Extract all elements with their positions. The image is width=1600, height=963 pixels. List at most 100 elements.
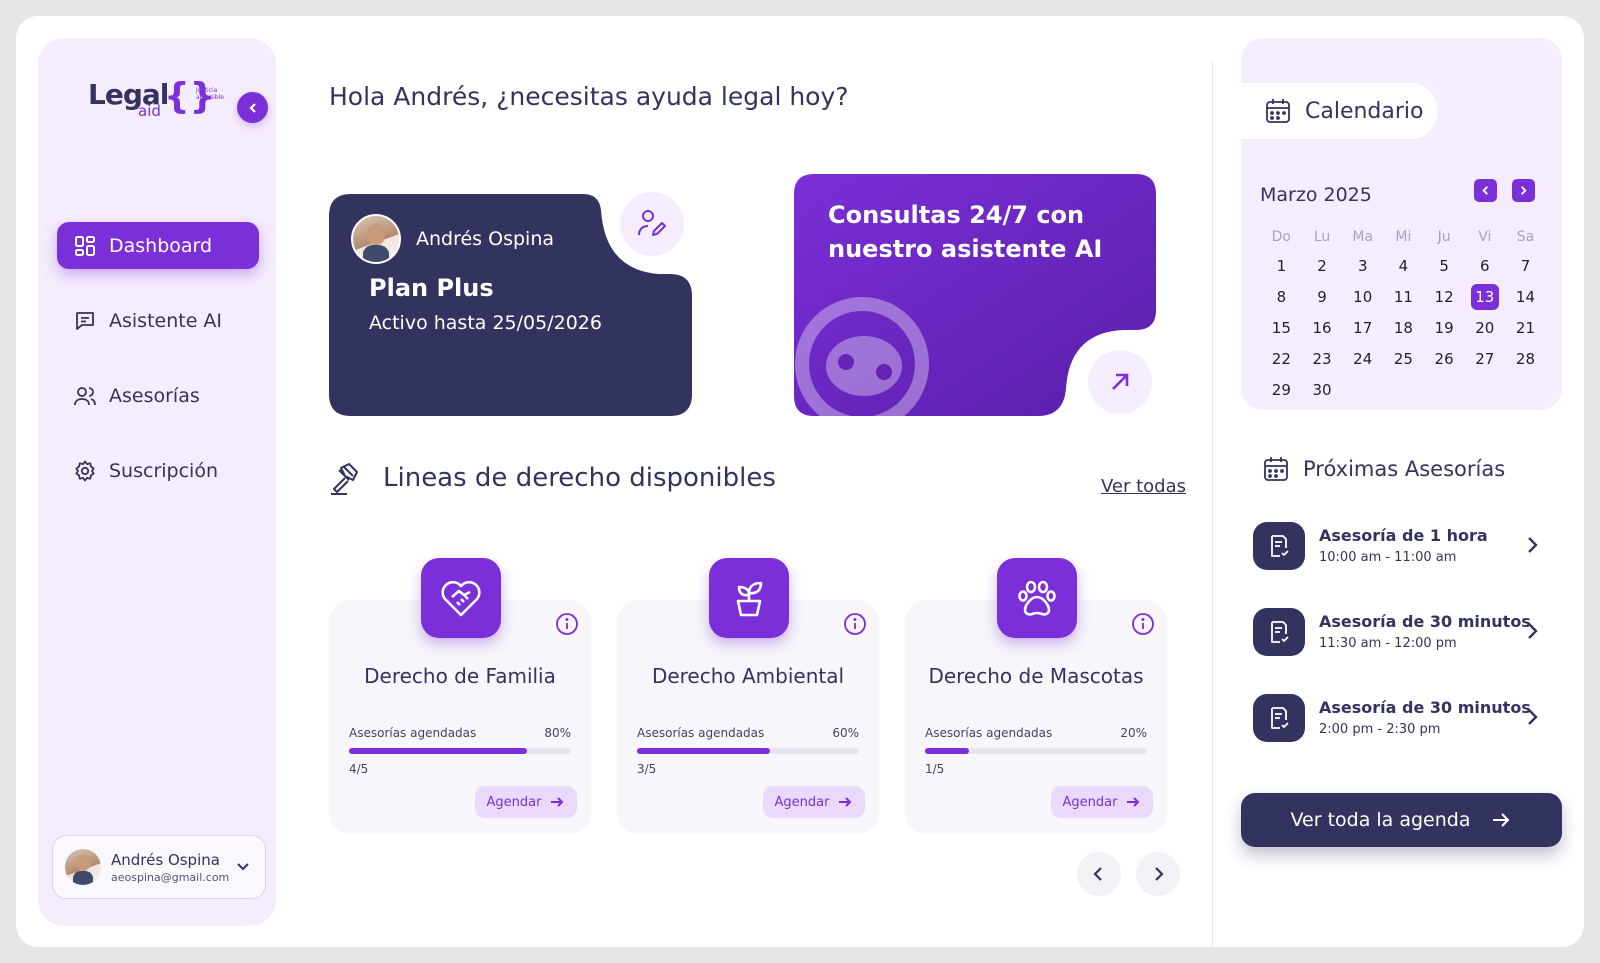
collapse-sidebar-button[interactable] [237, 92, 268, 123]
law-card-percent: 20% [1120, 726, 1147, 740]
view-agenda-button[interactable]: Ver toda la agenda [1241, 793, 1562, 847]
calendar-day[interactable]: 29 [1261, 375, 1302, 406]
calendar-day-label: 5 [1439, 257, 1449, 275]
upcoming-item-time: 2:00 pm - 2:30 pm [1319, 722, 1441, 737]
plan-user-name: Andrés Ospina [416, 228, 555, 250]
calendar-weekday: Mi [1395, 229, 1412, 245]
avatar [351, 214, 401, 264]
law-card-title: Derecho Ambiental [651, 664, 845, 688]
schedule-button[interactable]: Agendar [475, 786, 577, 818]
calendar-day[interactable]: 2 [1302, 251, 1343, 282]
law-card[interactable]: Derecho de Familia Asesorías agendadas 80%… [329, 558, 591, 834]
calendar-weekday: Ju [1437, 229, 1451, 245]
sidebar-item-suscripcion[interactable]: Suscripción [57, 447, 259, 494]
law-card-meta-label: Asesorías agendadas [925, 726, 1053, 740]
progress-bar [637, 748, 859, 754]
calendar-day-label: 3 [1357, 257, 1368, 275]
calendar-day[interactable]: 17 [1342, 313, 1383, 344]
upcoming-item[interactable]: Asesoría de 30 minutos 11:30 am - 12:00 p… [1253, 608, 1553, 658]
calendar-day[interactable]: 21 [1505, 313, 1546, 344]
chat-icon [73, 309, 97, 333]
upcoming-item[interactable]: Asesoría de 1 hora 10:00 am - 11:00 am [1253, 522, 1553, 572]
calendar-day[interactable]: 26 [1424, 344, 1465, 375]
calendar-day[interactable]: 10 [1342, 282, 1383, 313]
calendar-day-label: 15 [1271, 319, 1291, 337]
upcoming-item-time: 10:00 am - 11:00 am [1319, 550, 1457, 565]
calendar-day[interactable]: 20 [1464, 313, 1505, 344]
logo-tagline: Justicia accesible [196, 87, 224, 101]
calendar-day[interactable]: 22 [1261, 344, 1302, 375]
calendar-day-label: 17 [1353, 319, 1373, 337]
schedule-button[interactable]: Agendar [763, 786, 865, 818]
calendar-prev-button[interactable] [1474, 179, 1497, 202]
calendar-title: Calendario [1305, 98, 1424, 124]
calendar-day-label: 13 [1470, 284, 1499, 310]
carousel-prev-button[interactable] [1077, 852, 1121, 896]
calendar-day[interactable]: 23 [1302, 344, 1343, 375]
avatar [65, 849, 101, 885]
law-card-title: Derecho de Familia [364, 664, 556, 688]
calendar-day[interactable]: 1 [1261, 251, 1302, 282]
calendar-day[interactable]: 25 [1383, 344, 1424, 375]
calendar-day-selected[interactable]: 13 [1464, 282, 1505, 313]
info-icon[interactable] [1131, 612, 1155, 636]
plan-card[interactable]: Andrés Ospina Plan Plus Activo hasta 25/… [329, 174, 692, 416]
info-icon[interactable] [555, 612, 579, 636]
law-card[interactable]: Derecho de Mascotas Asesorías agendadas 20… [905, 558, 1167, 834]
calendar-day[interactable]: 14 [1505, 282, 1546, 313]
law-card-percent: 80% [544, 726, 571, 740]
progress-fill [349, 748, 527, 754]
calendar-day[interactable]: 8 [1261, 282, 1302, 313]
schedule-button[interactable]: Agendar [1051, 786, 1153, 818]
calendar-day[interactable]: 30 [1302, 375, 1343, 406]
calendar-day[interactable]: 16 [1302, 313, 1343, 344]
law-card-title: Derecho de Mascotas [928, 664, 1144, 688]
sidebar: Legal aid {} Justicia accesible Dashboar… [38, 38, 276, 926]
heart-handshake-icon [438, 575, 484, 621]
calendar-day[interactable]: 24 [1342, 344, 1383, 375]
schedule-button-label: Agendar [486, 794, 542, 810]
calendar-day[interactable]: 6 [1464, 251, 1505, 282]
sidebar-item-dashboard[interactable]: Dashboard [57, 222, 259, 269]
calendar-day-label: 11 [1393, 288, 1413, 306]
upcoming-item[interactable]: Asesoría de 30 minutos 2:00 pm - 2:30 pm [1253, 694, 1553, 744]
calendar-day[interactable]: 9 [1302, 282, 1343, 313]
calendar-day[interactable]: 4 [1383, 251, 1424, 282]
calendar-day[interactable]: 28 [1505, 344, 1546, 375]
law-card-icon [709, 558, 789, 638]
profile-button[interactable] [620, 192, 684, 256]
ai-assistant-card[interactable]: Consultas 24/7 con nuestro asistente AI [794, 174, 1156, 416]
calendar-day[interactable]: 5 [1424, 251, 1465, 282]
chevron-down-icon[interactable] [235, 858, 251, 878]
calendar-day-label: 19 [1434, 319, 1454, 337]
calendar-day[interactable]: 7 [1505, 251, 1546, 282]
calendar-day[interactable]: 11 [1383, 282, 1424, 313]
see-all-link[interactable]: Ver todas [1101, 476, 1186, 497]
carousel-next-button[interactable] [1136, 852, 1180, 896]
user-menu[interactable]: Andrés Ospina aeospina@gmail.com [52, 835, 266, 899]
calendar-day[interactable]: 15 [1261, 313, 1302, 344]
calendar-day[interactable]: 19 [1424, 313, 1465, 344]
section-header: Lineas de derecho disponibles [329, 460, 776, 496]
open-assistant-button[interactable] [1088, 350, 1152, 414]
ai-card-title: Consultas 24/7 con nuestro asistente AI [828, 201, 1103, 263]
sidebar-item-asesorias[interactable]: Asesorías [57, 372, 259, 419]
user-name: Andrés Ospina [111, 850, 220, 869]
law-card-count: 3/5 [637, 762, 657, 776]
calendar-day[interactable]: 3 [1342, 251, 1383, 282]
info-icon[interactable] [843, 612, 867, 636]
calendar-day[interactable]: 12 [1424, 282, 1465, 313]
sidebar-item-label: Asesorías [109, 384, 200, 407]
progress-fill [637, 748, 771, 754]
law-card-meta-label: Asesorías agendadas [637, 726, 765, 740]
sidebar-item-label: Asistente AI [109, 309, 223, 332]
calendar-day[interactable]: 27 [1464, 344, 1505, 375]
calendar-day-label: 16 [1312, 319, 1332, 337]
calendar-next-button[interactable] [1512, 179, 1535, 202]
calendar-grid: Do Lu Ma Mi Ju Vi Sa 1 2 3 4 5 6 7 8 9 10 11 12 13 14 15 16 17 1… [1261, 223, 1546, 406]
calendar-month: Marzo 2025 [1260, 184, 1372, 206]
chevron-left-icon [1093, 867, 1102, 881]
law-card[interactable]: Derecho Ambiental Asesorías agendadas 60% 3… [617, 558, 879, 834]
calendar-day[interactable]: 18 [1383, 313, 1424, 344]
sidebar-item-asistente-ai[interactable]: Asistente AI [57, 297, 259, 344]
